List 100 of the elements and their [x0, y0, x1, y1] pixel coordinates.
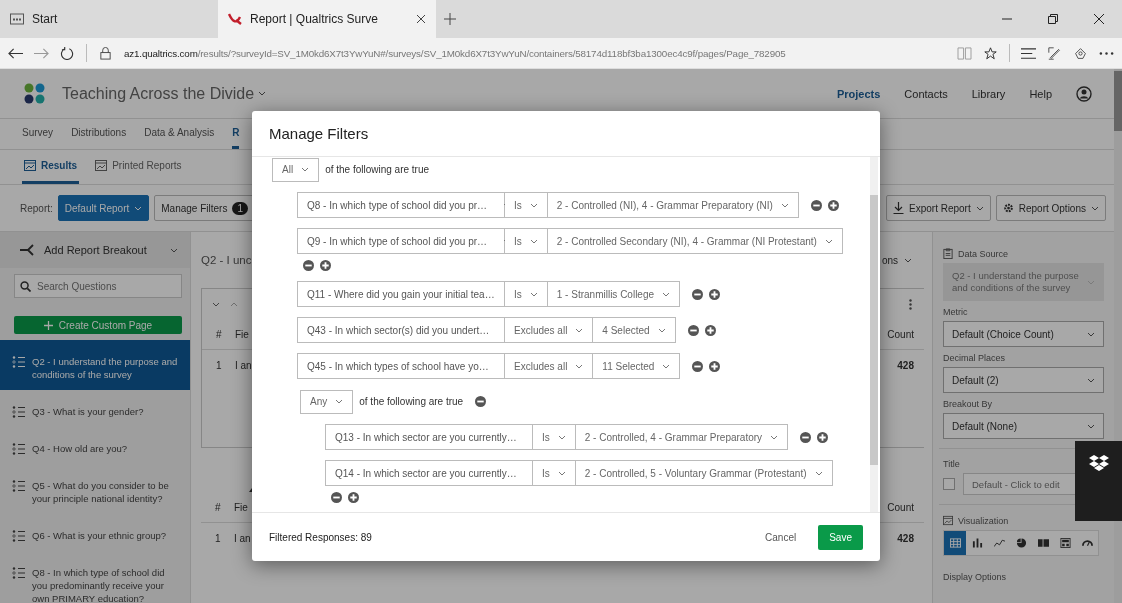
question-item[interactable]: Q3 - What is your gender? [0, 390, 190, 427]
more-icon[interactable] [909, 298, 912, 310]
create-page-button[interactable]: Create Custom Page [14, 316, 182, 334]
nav-link[interactable]: Projects [836, 87, 881, 100]
value-select[interactable]: 1 - Stranmillis College [547, 281, 681, 307]
manage-filters-button[interactable]: Manage Filters 1 [154, 195, 255, 221]
chevron-down-icon [657, 327, 666, 333]
value-select[interactable]: 2 - Controlled Secondary (NI), 4 - Grammar (NI Protestant) [547, 228, 843, 254]
value-select[interactable]: 2 - Controlled (NI), 4 - Grammar Preparatory (NI) [547, 192, 799, 218]
operator-select[interactable]: Excludes all [505, 353, 594, 379]
add-breakout-button[interactable]: Add Report Breakout [0, 232, 190, 268]
logo-icon[interactable] [24, 82, 46, 105]
save-button[interactable]: Save [818, 524, 863, 550]
chevron-down-icon[interactable] [212, 301, 220, 307]
value-select[interactable]: 11 Selected [593, 353, 681, 379]
back-icon[interactable] [8, 46, 23, 60]
scrollbar-thumb[interactable] [1114, 71, 1122, 131]
remove-icon[interactable] [475, 396, 487, 407]
breakout-label: Breakout By [943, 399, 994, 409]
question-select[interactable]: Q45 - In which types of school have yo… [297, 353, 505, 379]
report-dropdown[interactable]: Default Report [57, 195, 150, 221]
quantifier-select[interactable]: Any [300, 389, 354, 414]
section-tab[interactable]: Distributions [71, 119, 127, 149]
value-select[interactable]: 4 Selected [593, 317, 676, 343]
metric-select[interactable]: Default (Choice Count) [943, 321, 1104, 347]
scrollbar-thumb[interactable] [870, 195, 878, 465]
export-report-button[interactable]: Export Report [886, 195, 991, 221]
refresh-icon[interactable] [60, 46, 75, 60]
add-icon[interactable] [320, 260, 331, 271]
question-select[interactable]: Q11 - Where did you gain your initial tea… [297, 281, 505, 307]
search-field[interactable]: Search Questions [14, 274, 182, 298]
section-tab[interactable]: R [232, 119, 240, 149]
report-options-button[interactable]: Report Options [995, 195, 1106, 221]
quantifier-select[interactable]: All [272, 157, 320, 182]
question-select[interactable]: Q13 - In which sector are you currently… [325, 424, 533, 450]
decimal-places-select[interactable]: Default (2) [943, 367, 1104, 393]
add-icon[interactable] [817, 431, 829, 443]
chevron-down-icon [662, 291, 671, 297]
operator-select[interactable]: Is [505, 228, 548, 254]
add-icon[interactable] [348, 492, 359, 503]
remove-icon[interactable] [331, 492, 342, 503]
question-item[interactable]: Q6 - What is your ethnic group? [0, 514, 190, 551]
remove-icon[interactable] [687, 324, 699, 336]
operator-select[interactable]: Is [505, 281, 548, 307]
browser-tab[interactable]: Report | Qualtrics Surve [218, 0, 436, 38]
add-icon[interactable] [709, 288, 721, 300]
title-checkbox[interactable] [943, 478, 955, 490]
report-icon [943, 515, 953, 526]
remove-icon[interactable] [800, 431, 812, 443]
column-header: # [215, 501, 222, 513]
remove-icon[interactable] [692, 288, 704, 300]
browser-tab[interactable]: Start [0, 0, 218, 38]
nav-link[interactable]: Contacts [904, 87, 948, 100]
table-chart-button[interactable] [944, 531, 966, 555]
question-select[interactable]: Q14 - In which sector are you currently… [325, 460, 533, 486]
question-item[interactable]: Q5 - What do you consider to be your principle national identity? [0, 464, 190, 514]
column-header: # [216, 328, 223, 340]
question-item[interactable]: Q4 - How old are you? [0, 427, 190, 464]
close-icon[interactable] [416, 14, 426, 24]
value-select[interactable]: 2 - Controlled, 4 - Grammar Preparatory [575, 424, 789, 450]
operator-select[interactable]: Is [533, 424, 576, 450]
nav-link[interactable]: Help [1029, 87, 1052, 100]
user-icon[interactable] [1076, 85, 1092, 102]
forward-icon[interactable] [34, 46, 49, 60]
value-select[interactable]: 2 - Controlled, 5 - Voluntary Grammar (Protestant) [575, 460, 833, 486]
question-select[interactable]: Q9 - In which type of school did you pr… [297, 228, 505, 254]
question-select[interactable]: Q43 - In which sector(s) did you undert… [297, 317, 505, 343]
title-label: Title [943, 459, 961, 469]
pen-icon[interactable] [1047, 46, 1062, 60]
operator-select[interactable]: Is [533, 460, 576, 486]
question-item[interactable]: Q8 - In which type of school did you predominantly receive your own PRIMARY education? [0, 551, 190, 603]
new-tab-icon[interactable] [444, 13, 456, 25]
restore-icon[interactable] [1048, 14, 1058, 24]
star-icon[interactable] [983, 46, 998, 60]
section-tab[interactable]: Survey [22, 119, 54, 149]
question-item[interactable]: Q2 - I understand the purpose and conditions of the survey [0, 340, 190, 390]
question-select[interactable]: Q8 - In which type of school did you pr… [297, 192, 505, 218]
close-icon[interactable] [1094, 14, 1104, 24]
add-icon[interactable] [704, 324, 716, 336]
add-icon[interactable] [827, 199, 839, 211]
decimal-places-label: Decimal Places [943, 353, 1007, 363]
nav-link[interactable]: Library [971, 87, 1006, 100]
operator-select[interactable]: Excludes all [505, 317, 594, 343]
section-tab[interactable]: Data & Analysis [144, 119, 215, 149]
remove-icon[interactable] [810, 199, 822, 211]
hub-icon[interactable] [1021, 46, 1036, 60]
operator-select[interactable]: Is [505, 192, 548, 218]
breakout-select[interactable]: Default (None) [943, 413, 1104, 439]
floating-panel[interactable] [1075, 441, 1122, 521]
chevron-down-icon[interactable] [258, 91, 267, 96]
chevron-down-icon [529, 238, 538, 244]
project-title[interactable]: Teaching Across the Divide [62, 84, 255, 103]
remove-icon[interactable] [692, 360, 704, 372]
options-dropdown[interactable]: ons [881, 254, 912, 266]
cancel-button[interactable]: Cancel [759, 530, 803, 544]
report-tab[interactable]: Printed Reports [93, 150, 184, 184]
add-icon[interactable] [709, 360, 721, 372]
filter-count-badge: 1 [232, 201, 248, 215]
report-tab[interactable]: Results [22, 150, 80, 184]
remove-icon[interactable] [303, 260, 314, 271]
